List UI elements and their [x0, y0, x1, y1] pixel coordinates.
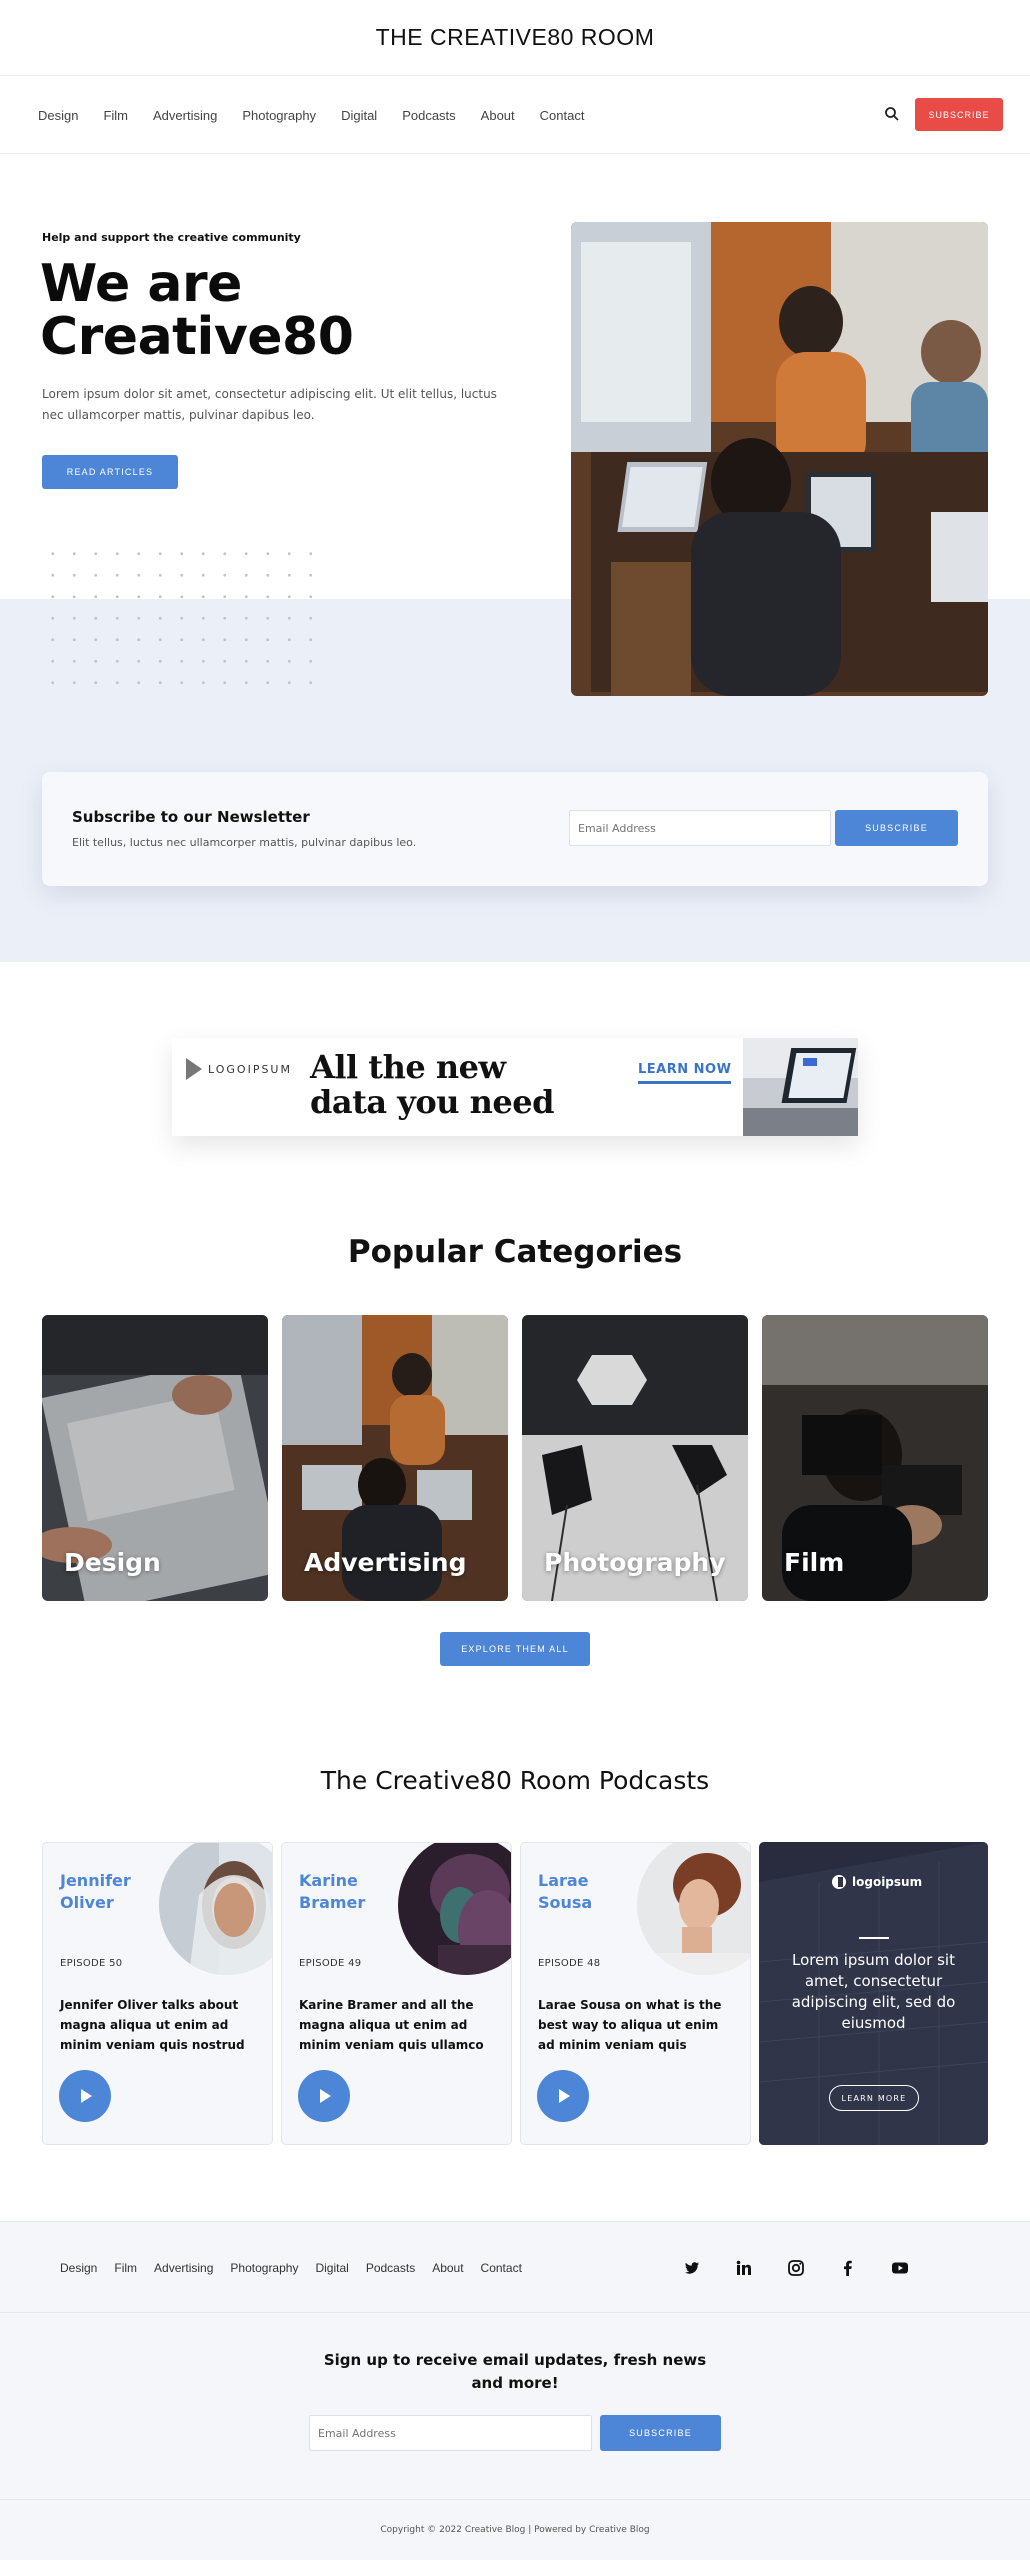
podcast-episode: EPISODE 50 [60, 1958, 123, 1969]
podcast-host-photo [159, 1843, 272, 1975]
category-card-film[interactable]: Film [762, 1315, 988, 1601]
footer-email-input[interactable] [309, 2415, 592, 2451]
ad-banner[interactable]: LOGOIPSUM All the new data you need LEAR… [172, 1038, 858, 1136]
hero-image [571, 222, 988, 696]
logo-mark-icon [186, 1058, 202, 1080]
ad-logo: LOGOIPSUM [186, 1058, 292, 1080]
newsletter-subscribe-button[interactable]: SUBSCRIBE [835, 810, 958, 846]
podcast-host-name[interactable]: Karine Bramer [299, 1870, 389, 1914]
footer-subscribe-button[interactable]: SUBSCRIBE [600, 2415, 721, 2451]
footer-signup-title: Sign up to receive email updates, fresh … [323, 2351, 707, 2392]
linkedin-icon[interactable] [734, 2258, 754, 2278]
newsletter-text: Elit tellus, luctus nec ullamcorper matt… [72, 836, 417, 849]
ad-learn-now-link[interactable]: LEARN NOW [638, 1062, 732, 1084]
site-title[interactable]: THE CREATIVE80 ROOM [0, 0, 1030, 76]
play-button[interactable] [537, 2070, 589, 2122]
search-icon[interactable] [884, 106, 900, 122]
footer-nav: Design Film Advertising Photography Digi… [0, 2221, 1030, 2313]
podcast-card[interactable]: Larae Sousa EPISODE 48 Larae Sousa on wh… [520, 1842, 751, 2145]
podcast-host-name[interactable]: Larae Sousa [538, 1870, 628, 1914]
nav-item-about[interactable]: About [481, 108, 515, 123]
youtube-icon[interactable] [890, 2258, 910, 2278]
nav-item-photography[interactable]: Photography [242, 108, 316, 123]
podcasts-heading: The Creative80 Room Podcasts [320, 1766, 710, 1795]
podcast-promo-card[interactable]: logoipsum Lorem ipsum dolor sit amet, co… [759, 1842, 988, 2145]
promo-divider [859, 1937, 889, 1939]
nav-item-digital[interactable]: Digital [341, 108, 377, 123]
nav-item-contact[interactable]: Contact [540, 108, 585, 123]
footer-nav-contact[interactable]: Contact [481, 2261, 522, 2275]
podcast-card[interactable]: Karine Bramer EPISODE 49 Karine Bramer a… [281, 1842, 512, 2145]
nav-item-design[interactable]: Design [38, 108, 78, 123]
podcast-description[interactable]: Jennifer Oliver talks about magna aliqua… [60, 1995, 260, 2055]
promo-logo: logoipsum [831, 1874, 922, 1890]
newsletter-email-input[interactable] [569, 810, 831, 846]
play-button[interactable] [298, 2070, 350, 2122]
podcast-host-name[interactable]: Jennifer Oliver [60, 1870, 150, 1914]
promo-learn-more-button[interactable]: LEARN MORE [829, 2085, 919, 2111]
hero-kicker: Help and support the creative community [42, 231, 301, 244]
podcast-episode: EPISODE 48 [538, 1958, 601, 1969]
category-card-advertising[interactable]: Advertising [282, 1315, 508, 1601]
category-card-photography[interactable]: Photography [522, 1315, 748, 1601]
footer-nav-about[interactable]: About [432, 2261, 463, 2275]
facebook-icon[interactable] [838, 2258, 858, 2278]
copyright: Copyright © 2022 Creative Blog | Powered… [0, 2500, 1030, 2560]
category-card-design[interactable]: Design [42, 1315, 268, 1601]
nav-item-advertising[interactable]: Advertising [153, 108, 217, 123]
newsletter-card: Subscribe to our Newsletter Elit tellus,… [42, 772, 988, 886]
footer-nav-design[interactable]: Design [60, 2261, 97, 2275]
podcast-episode: EPISODE 49 [299, 1958, 362, 1969]
nav-list: Design Film Advertising Photography Digi… [38, 76, 609, 154]
hero-title: We are Creative80 [40, 254, 354, 367]
podcast-host-photo [637, 1843, 750, 1975]
category-label-design: Design [64, 1548, 161, 1577]
podcast-card[interactable]: Jennifer Oliver EPISODE 50 Jennifer Oliv… [42, 1842, 273, 2145]
podcast-description[interactable]: Karine Bramer and all the magna aliqua u… [299, 1995, 499, 2055]
instagram-icon[interactable] [786, 2258, 806, 2278]
play-button[interactable] [59, 2070, 111, 2122]
category-label-film: Film [784, 1548, 845, 1577]
hero-text: Lorem ipsum dolor sit amet, consectetur … [42, 387, 497, 422]
categories-heading: Popular Categories [347, 1234, 683, 1270]
ad-headline: All the new data you need [310, 1048, 554, 1121]
explore-all-button[interactable]: EXPLORE THEM ALL [440, 1632, 590, 1666]
podcast-host-photo [398, 1843, 511, 1975]
footer-signup: Sign up to receive email updates, fresh … [0, 2313, 1030, 2500]
logo-mark-icon [832, 1875, 846, 1889]
promo-logo-text: logoipsum [852, 1875, 923, 1889]
ad-image [743, 1038, 858, 1136]
footer-nav-digital[interactable]: Digital [315, 2261, 348, 2275]
nav-item-podcasts[interactable]: Podcasts [402, 108, 455, 123]
newsletter-title: Subscribe to our Newsletter [72, 808, 310, 826]
twitter-icon[interactable] [682, 2258, 702, 2278]
play-icon [81, 2089, 92, 2103]
play-icon [320, 2089, 331, 2103]
main-nav: Design Film Advertising Photography Digi… [0, 76, 1030, 154]
podcast-description[interactable]: Larae Sousa on what is the best way to a… [538, 1995, 738, 2055]
ad-logo-text: LOGOIPSUM [208, 1062, 292, 1076]
category-label-advertising: Advertising [304, 1548, 467, 1577]
read-articles-button[interactable]: READ ARTICLES [42, 455, 178, 489]
play-icon [559, 2089, 570, 2103]
footer-nav-film[interactable]: Film [114, 2261, 137, 2275]
nav-item-film[interactable]: Film [103, 108, 128, 123]
dot-pattern [42, 543, 312, 703]
category-label-photography: Photography [544, 1548, 726, 1577]
footer-nav-list: Design Film Advertising Photography Digi… [60, 2222, 539, 2314]
footer-nav-photography[interactable]: Photography [230, 2261, 298, 2275]
footer-nav-podcasts[interactable]: Podcasts [366, 2261, 415, 2275]
footer-nav-advertising[interactable]: Advertising [154, 2261, 213, 2275]
nav-subscribe-button[interactable]: SUBSCRIBE [915, 98, 1003, 131]
promo-text: Lorem ipsum dolor sit amet, consectetur … [791, 1951, 956, 2032]
